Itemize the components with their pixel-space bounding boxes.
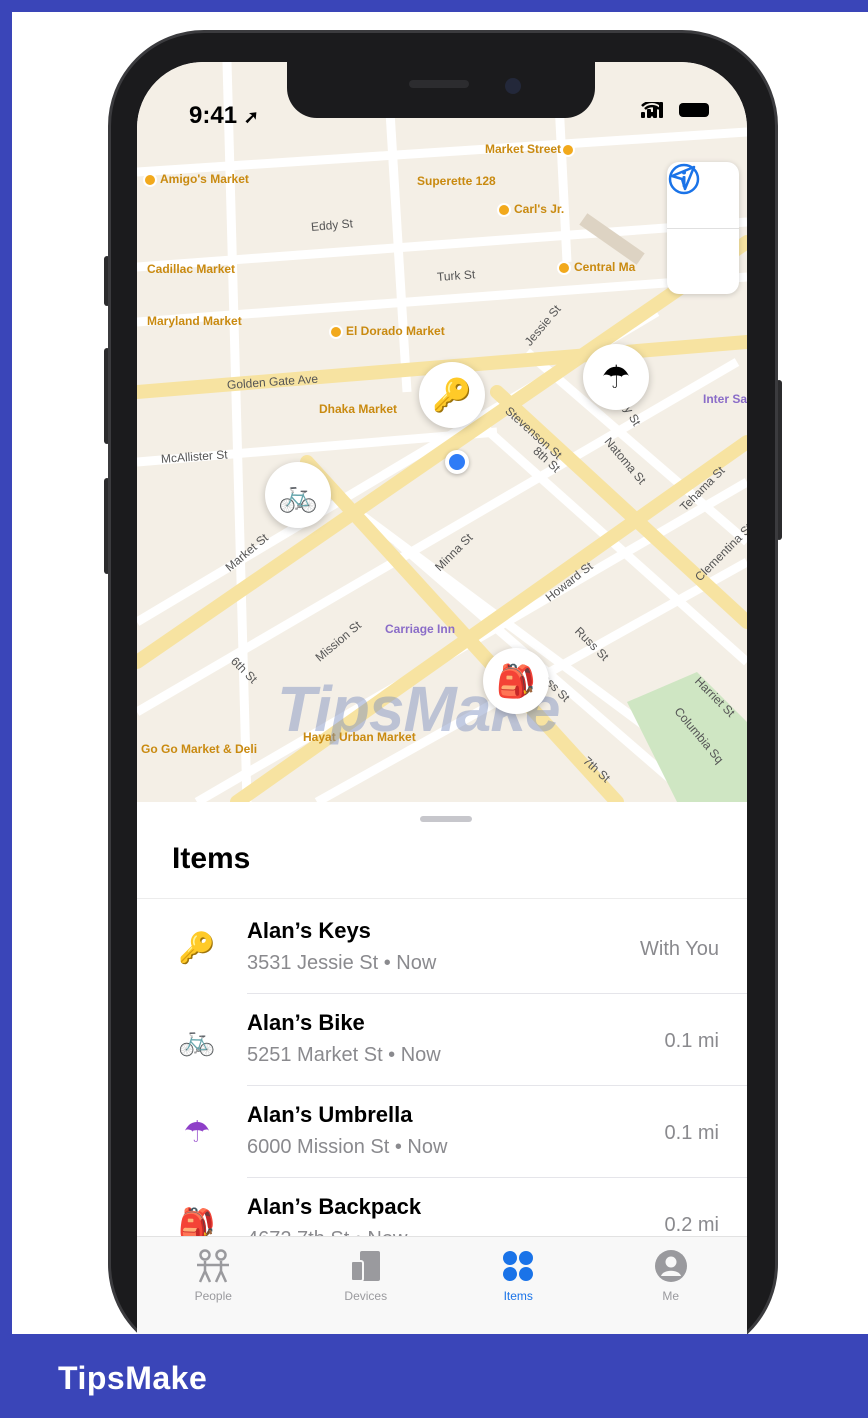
status-icons — [641, 102, 709, 118]
items-icon — [501, 1249, 535, 1283]
backpack-icon: 🎒 — [496, 663, 536, 699]
umbrella-icon: ☂ — [183, 1115, 211, 1149]
tab-label: Devices — [344, 1289, 388, 1303]
keys-pin[interactable]: 🔑 — [419, 362, 485, 428]
tab-label: People — [194, 1289, 232, 1303]
current-location-dot — [445, 450, 469, 474]
place-label: Go Go Market & Deli — [141, 742, 258, 756]
me-icon — [654, 1249, 688, 1283]
item-name: Alan’s Keys — [247, 918, 371, 943]
item-location: 6000 Mission St • Now — [247, 1136, 448, 1158]
devices-icon — [348, 1249, 384, 1283]
tab-label: Me — [662, 1289, 680, 1303]
item-distance: 0.2 mi — [664, 1214, 719, 1236]
place-label: Carriage Inn — [385, 622, 456, 636]
sheet-grabber[interactable] — [420, 816, 472, 822]
tab-people[interactable]: People — [137, 1237, 290, 1334]
key-icon: 🔑 — [432, 377, 472, 413]
item-distance: 0.1 mi — [664, 1122, 719, 1144]
place-label: Market Street — [485, 142, 578, 157]
list-item[interactable]: 🚲 Alan’s Bike 5251 Market St • Now 0.1 m… — [137, 994, 747, 1086]
key-icon: 🔑 — [178, 931, 216, 965]
brand-logo-text: TipsMake — [58, 1360, 208, 1396]
tab-devices[interactable]: Devices — [290, 1237, 443, 1334]
items-sheet: Items 🔑 Alan’s Keys 3531 Jessie St • Now… — [137, 802, 747, 1334]
item-name: Alan’s Umbrella — [247, 1102, 413, 1127]
tab-bar: People Devices Items Me — [137, 1236, 747, 1334]
list-item[interactable]: 🔑 Alan’s Keys 3531 Jessie St • Now With … — [137, 902, 747, 994]
place-label: Inter San — [703, 392, 747, 406]
map-view[interactable]: 9:41 ➚ Eddy St Turk St Golden Gate Ave M… — [137, 62, 747, 802]
tab-label: Items — [503, 1289, 533, 1303]
battery-icon — [679, 103, 709, 117]
sheet-title: Items — [172, 842, 251, 875]
item-distance: With You — [640, 938, 719, 960]
place-label: Superette 128 — [417, 174, 496, 188]
brand-footer: TipsMake — [0, 1334, 868, 1418]
item-location: 5251 Market St • Now — [247, 1044, 441, 1066]
tab-items[interactable]: Items — [442, 1237, 595, 1334]
place-label: Cadillac Market — [147, 262, 236, 276]
place-label: Carl's Jr. — [497, 202, 564, 217]
notch — [287, 62, 595, 118]
items-list: 🔑 Alan’s Keys 3531 Jessie St • Now With … — [137, 902, 747, 1270]
umbrella-pin[interactable]: ☂ — [583, 344, 649, 410]
location-arrow-icon: ➚ — [243, 107, 259, 127]
divider — [137, 898, 747, 899]
speaker — [409, 80, 469, 88]
people-icon — [193, 1249, 233, 1283]
map-controls — [667, 162, 739, 294]
backpack-pin[interactable]: 🎒 — [483, 648, 549, 714]
place-label: Dhaka Market — [319, 402, 398, 416]
front-camera — [505, 78, 521, 94]
place-label: El Dorado Market — [329, 324, 445, 339]
street-label: Turk St — [436, 267, 476, 284]
track-location-button[interactable] — [667, 165, 739, 294]
item-name: Alan’s Bike — [247, 1010, 365, 1035]
place-label: Amigo's Market — [143, 172, 249, 187]
umbrella-icon: ☂ — [601, 359, 631, 395]
location-arrow-icon — [670, 165, 696, 191]
status-time-text: 9:41 — [189, 102, 238, 129]
place-label: Maryland Market — [147, 314, 242, 328]
phone-screen: 9:41 ➚ Eddy St Turk St Golden Gate Ave M… — [137, 62, 747, 1334]
tab-me[interactable]: Me — [595, 1237, 748, 1334]
bicycle-icon: 🚲 — [178, 1023, 216, 1057]
item-location: 3531 Jessie St • Now — [247, 952, 437, 974]
bike-pin[interactable]: 🚲 — [265, 462, 331, 528]
list-item[interactable]: ☂ Alan’s Umbrella 6000 Mission St • Now … — [137, 1086, 747, 1178]
status-time: 9:41 ➚ — [189, 102, 259, 130]
bicycle-icon: 🚲 — [278, 477, 318, 513]
item-name: Alan’s Backpack — [247, 1194, 422, 1219]
item-distance: 0.1 mi — [664, 1030, 719, 1052]
place-label: Central Ma — [557, 260, 635, 275]
